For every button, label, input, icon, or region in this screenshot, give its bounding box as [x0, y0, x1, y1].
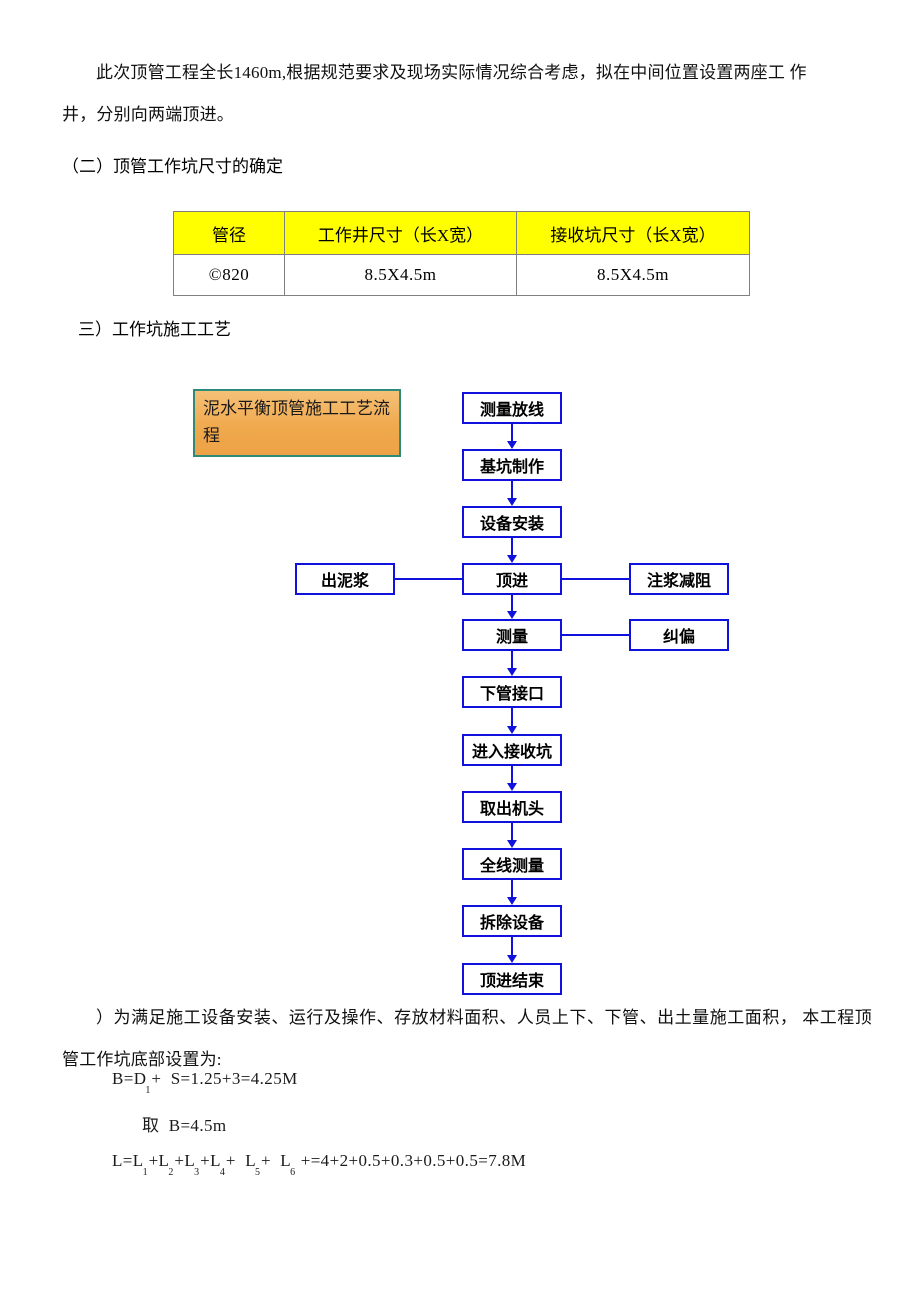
flow-step-pipe-joint: 下管接口 [462, 676, 562, 708]
flow-step-dismantle-equipment: 拆除设备 [462, 905, 562, 937]
flow-arrow-9 [507, 897, 517, 905]
formula-l-part: +L [148, 1151, 170, 1170]
formula-l-subscript: 2 [168, 1167, 174, 1179]
flow-step-jacking-complete: 顶进结束 [462, 963, 562, 995]
formula-b-prefix: B=D [112, 1069, 147, 1088]
formula-l-part: +L [200, 1151, 221, 1170]
table-header-cell: 接收坑尺寸（长X宽） [516, 211, 750, 255]
table-cell-diameter: ©820 [173, 254, 285, 296]
flow-connector-10 [511, 937, 513, 955]
flow-connector-6 [511, 708, 513, 726]
flow-step-survey: 测量 [462, 619, 562, 651]
formula-width-b: B=D1+ S=1.25+3=4.25M [112, 1069, 298, 1096]
formula-l-part: +L [174, 1151, 196, 1170]
paragraph-intro-line-1: 此次顶管工程全长1460m,根据规范要求及现场实际情况综合考虑，拟在中间位置设置… [96, 63, 807, 82]
flow-arrow-3 [507, 555, 517, 563]
table-cell-work-shaft: 8.5X4.5m [284, 254, 517, 296]
flow-arrow-6 [507, 726, 517, 734]
formula-l-part: +=4+2+0.5+0.3+0.5+0.5=7.8M [296, 1151, 527, 1170]
flow-arrow-1 [507, 441, 517, 449]
flow-connector-9 [511, 880, 513, 897]
formula-l-subscript: 3 [194, 1167, 200, 1179]
flow-connector-slurry [395, 578, 462, 580]
paragraph-intro: 此次顶管工程全长1460m,根据规范要求及现场实际情况综合考虑，拟在中间位置设置… [62, 52, 862, 136]
formula-l-subscript: 4 [219, 1167, 225, 1179]
paragraph-requirements-line-1: ）为满足施工设备安装、运行及操作、存放材料面积、人员上下、下管、出土量施工面积， [96, 1008, 798, 1027]
formula-b-suffix: + S=1.25+3=4.25M [151, 1069, 298, 1088]
flow-step-grouting-friction-reduction: 注浆减阻 [629, 563, 729, 595]
flow-connector-1 [511, 424, 513, 441]
flow-step-measure-layout: 测量放线 [462, 392, 562, 424]
flow-connector-correction [562, 634, 629, 636]
flow-step-remove-machine-head: 取出机头 [462, 791, 562, 823]
pipe-size-table: 管径 工作井尺寸（长X宽） 接收坑尺寸（长X宽） ©820 8.5X4.5m 8… [173, 211, 750, 296]
formula-l-part: L=L [112, 1151, 144, 1170]
table-header-row: 管径 工作井尺寸（长X宽） 接收坑尺寸（长X宽） [173, 211, 750, 255]
paragraph-intro-line-2: 井，分别向两端顶进。 [62, 105, 234, 124]
formula-l-subscript: 5 [254, 1167, 260, 1179]
section-heading-two: （二）顶管工作坑尺寸的确定 [62, 157, 283, 176]
formula-b-subscript: 1 [145, 1085, 151, 1097]
flow-step-pit-construction: 基坑制作 [462, 449, 562, 481]
flow-connector-3 [511, 538, 513, 555]
flowchart-title-box: 泥水平衡顶管施工工艺流程 [193, 389, 401, 457]
table-header-cell: 管径 [173, 211, 285, 255]
formula-l-part: + L [225, 1151, 256, 1170]
flow-step-equipment-install: 设备安装 [462, 506, 562, 538]
construction-process-flowchart: 泥水平衡顶管施工工艺流程 测量放线 基坑制作 设备安装 顶进 测量 下管接口 进… [0, 0, 920, 1302]
flow-arrow-5 [507, 668, 517, 676]
flow-arrow-7 [507, 783, 517, 791]
flow-arrow-2 [507, 498, 517, 506]
formula-l-subscript: 6 [290, 1167, 296, 1179]
flow-step-enter-receiving-pit: 进入接收坑 [462, 734, 562, 766]
formula-l-subscript: 1 [142, 1167, 148, 1179]
table-header-cell: 工作井尺寸（长X宽） [284, 211, 517, 255]
flow-step-deviation-correction: 纠偏 [629, 619, 729, 651]
flow-connector-7 [511, 766, 513, 783]
flow-arrow-10 [507, 955, 517, 963]
flow-connector-4 [511, 595, 513, 611]
formula-l-part: + L [260, 1151, 292, 1170]
table-row: ©820 8.5X4.5m 8.5X4.5m [173, 254, 750, 296]
flow-arrow-8 [507, 840, 517, 848]
formula-length-l: L=L1+L2+L3+L4+ L5+ L6 +=4+2+0.5+0.3+0.5+… [112, 1151, 527, 1178]
flow-connector-5 [511, 651, 513, 668]
flow-arrow-4 [507, 611, 517, 619]
flow-connector-grouting [562, 578, 629, 580]
table-cell-receiving-pit: 8.5X4.5m [516, 254, 750, 296]
flow-connector-8 [511, 823, 513, 840]
flow-step-jacking: 顶进 [462, 563, 562, 595]
flow-connector-2 [511, 481, 513, 498]
flow-step-full-line-survey: 全线测量 [462, 848, 562, 880]
document-page: 此次顶管工程全长1460m,根据规范要求及现场实际情况综合考虑，拟在中间位置设置… [0, 0, 920, 1302]
formula-b-chosen: 取 B=4.5m [142, 1116, 227, 1135]
section-heading-three: 三）工作坑施工工艺 [78, 320, 231, 339]
flow-step-slurry-discharge: 出泥浆 [295, 563, 395, 595]
